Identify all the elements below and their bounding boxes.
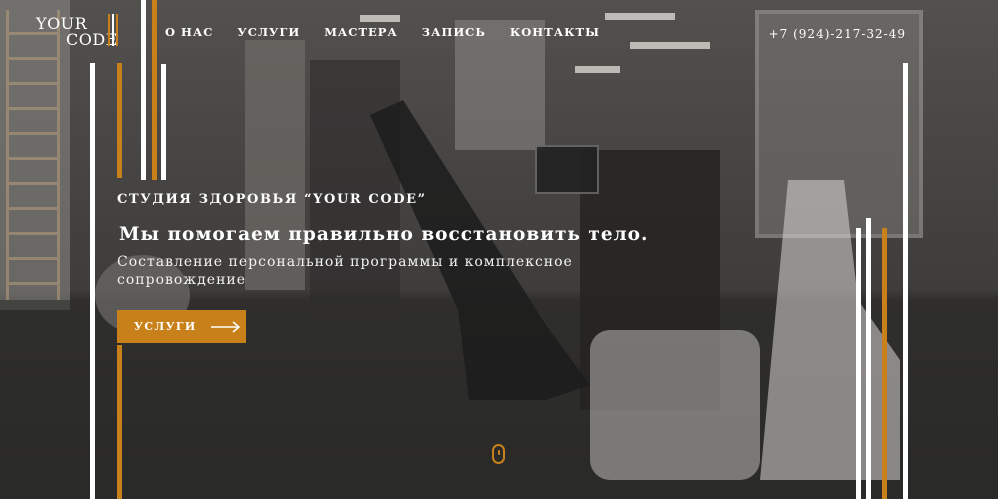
main-nav: О НАС УСЛУГИ МАСТЕРА ЗАПИСЬ КОНТАКТЫ	[165, 25, 600, 39]
ceiling-light	[575, 66, 620, 73]
services-button-label: УСЛУГИ	[134, 320, 197, 333]
hero-subtext: Составление персональной программы и ком…	[117, 254, 573, 288]
decor-bar	[117, 63, 122, 178]
phone-link[interactable]: +7 (924)-217-32-49	[769, 27, 906, 41]
ceiling-light	[605, 13, 675, 20]
hero-headline: Мы помогаем правильно восстановить тело.	[119, 224, 649, 245]
hero-background	[0, 0, 998, 499]
nav-item-services[interactable]: УСЛУГИ	[237, 25, 300, 39]
nav-item-contacts[interactable]: КОНТАКТЫ	[510, 25, 600, 39]
hero-eyebrow: СТУДИЯ ЗДОРОВЬЯ “YOUR CODE”	[117, 192, 427, 207]
recumbent-bike	[590, 330, 760, 480]
ceiling-light	[630, 42, 710, 49]
decor-bar	[903, 63, 908, 499]
logo-mark	[108, 14, 110, 46]
decor-bar	[161, 64, 166, 180]
nav-item-booking[interactable]: ЗАПИСЬ	[422, 25, 486, 39]
decor-bar	[141, 0, 146, 180]
arrow-right-icon	[210, 320, 240, 333]
window	[455, 20, 545, 150]
mouse-scroll-icon[interactable]	[492, 444, 505, 464]
nav-item-about[interactable]: О НАС	[165, 25, 213, 39]
ceiling-light	[360, 15, 400, 22]
decor-bar	[90, 63, 95, 499]
decor-bar	[152, 0, 157, 180]
services-button[interactable]: УСЛУГИ	[117, 310, 246, 343]
logo-mark	[112, 14, 114, 46]
logo[interactable]: YOUR CODE	[36, 14, 128, 54]
decor-bar	[117, 345, 122, 499]
decor-bar	[882, 228, 887, 499]
logo-mark	[116, 14, 118, 46]
decor-bar	[856, 228, 861, 499]
treadmill-console	[535, 145, 599, 194]
decor-bar	[866, 218, 871, 499]
logo-line-2: CODE	[66, 30, 118, 49]
nav-item-masters[interactable]: МАСТЕРА	[324, 25, 398, 39]
